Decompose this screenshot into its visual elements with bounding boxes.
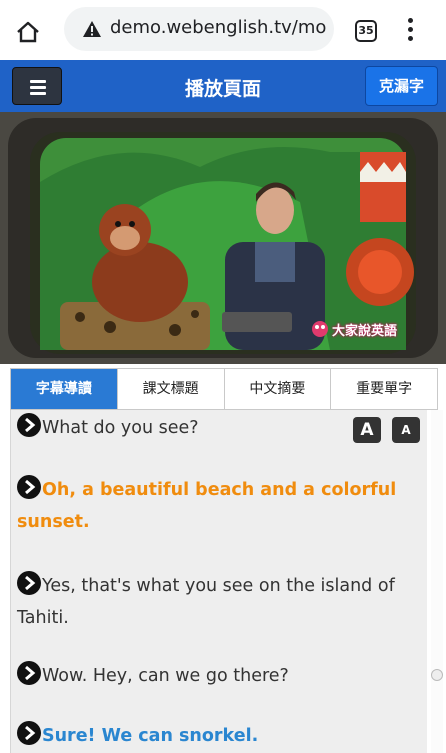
play-line-icon[interactable] — [17, 475, 41, 499]
channel-logo-text: 大家說英語 — [332, 324, 398, 339]
subtitle-panel: A A What do you see? Oh, a beautiful bea… — [10, 410, 427, 753]
video-player[interactable]: 大家說英語 — [0, 112, 446, 364]
play-line-icon[interactable] — [17, 413, 41, 437]
scrollbar-thumb[interactable] — [431, 669, 443, 681]
subtitle-line[interactable]: What do you see? — [17, 412, 417, 444]
content-tabs: 字幕導讀 課文標題 中文摘要 重要單字 — [10, 368, 438, 410]
subtitle-text: Wow. Hey, can we go there? — [42, 666, 289, 686]
subtitle-line-current[interactable]: Oh, a beautiful beach and a colorful sun… — [17, 474, 417, 538]
play-line-icon[interactable] — [17, 721, 41, 745]
cloze-button[interactable]: 克漏字 — [365, 66, 438, 106]
warning-icon[interactable] — [82, 20, 102, 38]
tab-switcher-button[interactable]: 35 — [355, 20, 377, 42]
tab-lesson-title[interactable]: 課文標題 — [118, 369, 225, 409]
scrollbar-track[interactable] — [431, 410, 443, 753]
tab-key-vocabulary[interactable]: 重要單字 — [331, 369, 437, 409]
url-text[interactable]: demo.webenglish.tv/mo — [110, 17, 332, 38]
tab-chinese-summary[interactable]: 中文摘要 — [225, 369, 332, 409]
subtitle-line[interactable]: Yes, that's what you see on the island o… — [17, 570, 417, 634]
subtitle-line[interactable]: Sure! We can snorkel. — [17, 720, 417, 752]
home-icon[interactable] — [16, 21, 40, 43]
more-vert-icon[interactable] — [406, 18, 414, 44]
subtitle-text: What do you see? — [42, 418, 199, 438]
browser-toolbar: demo.webenglish.tv/mo 35 — [0, 0, 446, 60]
subtitle-text: Sure! We can snorkel. — [42, 726, 259, 746]
play-line-icon[interactable] — [17, 661, 41, 685]
subtitle-line[interactable]: Wow. Hey, can we go there? — [17, 660, 417, 692]
subtitle-text: Yes, that's what you see on the island o… — [17, 576, 395, 628]
app-header: 播放頁面 克漏字 — [0, 60, 446, 112]
subtitle-text: Oh, a beautiful beach and a colorful sun… — [17, 480, 397, 532]
tab-subtitles[interactable]: 字幕導讀 — [11, 369, 118, 409]
play-line-icon[interactable] — [17, 571, 41, 595]
